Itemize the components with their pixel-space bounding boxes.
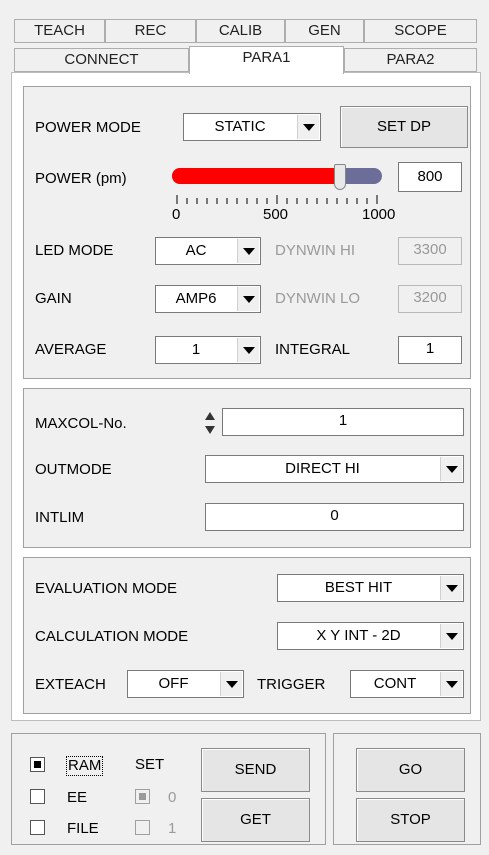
dynwin-lo-label: DYNWIN LO bbox=[275, 290, 361, 307]
set-dp-button[interactable]: SET DP bbox=[340, 106, 468, 148]
chevron-down-icon[interactable] bbox=[297, 115, 319, 139]
chevron-down-icon[interactable] bbox=[440, 672, 462, 696]
outmode-value: DIRECT HI bbox=[285, 460, 360, 477]
power-label: POWER (pm) bbox=[35, 170, 127, 187]
evaluation-mode-value: BEST HIT bbox=[324, 579, 393, 596]
set-1-checkbox bbox=[135, 820, 150, 835]
tab-gen[interactable]: GEN bbox=[285, 19, 364, 43]
set-label: SET bbox=[135, 756, 165, 773]
tab-para2[interactable]: PARA2 bbox=[344, 48, 477, 72]
exteach-value: OFF bbox=[158, 675, 189, 692]
average-select[interactable]: 1 bbox=[155, 336, 261, 364]
ee-checkbox[interactable] bbox=[30, 789, 45, 804]
gain-select[interactable]: AMP6 bbox=[155, 285, 261, 313]
stop-button[interactable]: STOP bbox=[356, 798, 465, 842]
dynwin-hi-field: 3300 bbox=[398, 237, 462, 265]
power-mode-label: POWER MODE bbox=[35, 119, 141, 136]
integral-field[interactable]: 1 bbox=[398, 336, 462, 364]
power-mode-value: STATIC bbox=[214, 118, 266, 135]
exteach-label: EXTEACH bbox=[35, 676, 106, 693]
dynwin-hi-label: DYNWIN HI bbox=[275, 242, 355, 259]
power-tick-0: 0 bbox=[172, 206, 181, 223]
chevron-down-icon[interactable] bbox=[440, 576, 462, 600]
set-0-label: 0 bbox=[168, 789, 177, 806]
tab-calib[interactable]: CALIB bbox=[196, 19, 285, 43]
gain-value: AMP6 bbox=[175, 290, 217, 307]
spinner-arrows-icon[interactable] bbox=[203, 408, 217, 438]
go-button[interactable]: GO bbox=[356, 748, 465, 792]
integral-label: INTEGRAL bbox=[275, 341, 351, 358]
dynwin-lo-field: 3200 bbox=[398, 285, 462, 313]
power-tick-500: 500 bbox=[263, 206, 289, 223]
gain-label: GAIN bbox=[35, 290, 72, 307]
calculation-mode-value: X Y INT - 2D bbox=[316, 627, 401, 644]
chevron-down-icon[interactable] bbox=[440, 457, 462, 481]
chevron-down-icon[interactable] bbox=[220, 672, 242, 696]
chevron-down-icon[interactable] bbox=[440, 624, 462, 648]
maxcol-field[interactable]: 1 bbox=[222, 408, 464, 436]
trigger-label: TRIGGER bbox=[257, 676, 326, 693]
tab-connect[interactable]: CONNECT bbox=[14, 48, 189, 72]
ee-label: EE bbox=[67, 789, 88, 806]
trigger-value: CONT bbox=[373, 675, 417, 692]
set-0-checkbox bbox=[135, 789, 150, 804]
evaluation-mode-label: EVALUATION MODE bbox=[35, 580, 177, 597]
tab-para1[interactable]: PARA1 bbox=[189, 46, 344, 74]
intlim-field[interactable]: 0 bbox=[205, 503, 464, 531]
tab-teach[interactable]: TEACH bbox=[14, 19, 105, 43]
set-1-label: 1 bbox=[168, 820, 177, 837]
get-button[interactable]: GET bbox=[201, 798, 310, 842]
tab-scope[interactable]: SCOPE bbox=[364, 19, 477, 43]
evaluation-mode-select[interactable]: BEST HIT bbox=[277, 574, 464, 602]
calculation-mode-label: CALCULATION MODE bbox=[35, 628, 189, 645]
power-slider-fill bbox=[172, 168, 340, 184]
file-checkbox[interactable] bbox=[30, 820, 45, 835]
chevron-down-icon[interactable] bbox=[237, 338, 259, 362]
calculation-mode-select[interactable]: X Y INT - 2D bbox=[277, 622, 464, 650]
chevron-down-icon[interactable] bbox=[237, 287, 259, 311]
tab-rec[interactable]: REC bbox=[105, 19, 196, 43]
power-slider-thumb[interactable] bbox=[334, 164, 346, 190]
power-mode-select[interactable]: STATIC bbox=[183, 113, 321, 141]
average-label: AVERAGE bbox=[35, 341, 107, 358]
maxcol-label: MAXCOL-No. bbox=[35, 415, 127, 432]
power-tick-1000: 1000 bbox=[362, 206, 396, 223]
led-mode-select[interactable]: AC bbox=[155, 237, 261, 265]
average-value: 1 bbox=[191, 341, 201, 358]
file-label: FILE bbox=[67, 820, 99, 837]
led-mode-value: AC bbox=[185, 242, 207, 259]
exteach-select[interactable]: OFF bbox=[127, 670, 244, 698]
power-value-field[interactable]: 800 bbox=[398, 162, 462, 192]
trigger-select[interactable]: CONT bbox=[350, 670, 464, 698]
led-mode-label: LED MODE bbox=[35, 242, 114, 259]
intlim-label: INTLIM bbox=[35, 509, 85, 526]
outmode-label: OUTMODE bbox=[35, 461, 112, 478]
ram-label: RAM bbox=[66, 756, 104, 776]
send-button[interactable]: SEND bbox=[201, 748, 310, 792]
power-slider-scale bbox=[176, 195, 378, 204]
maxcol-spinner[interactable] bbox=[203, 408, 217, 438]
outmode-select[interactable]: DIRECT HI bbox=[205, 455, 464, 483]
chevron-down-icon[interactable] bbox=[237, 239, 259, 263]
ram-checkbox[interactable] bbox=[30, 757, 45, 772]
power-slider[interactable] bbox=[172, 164, 384, 192]
